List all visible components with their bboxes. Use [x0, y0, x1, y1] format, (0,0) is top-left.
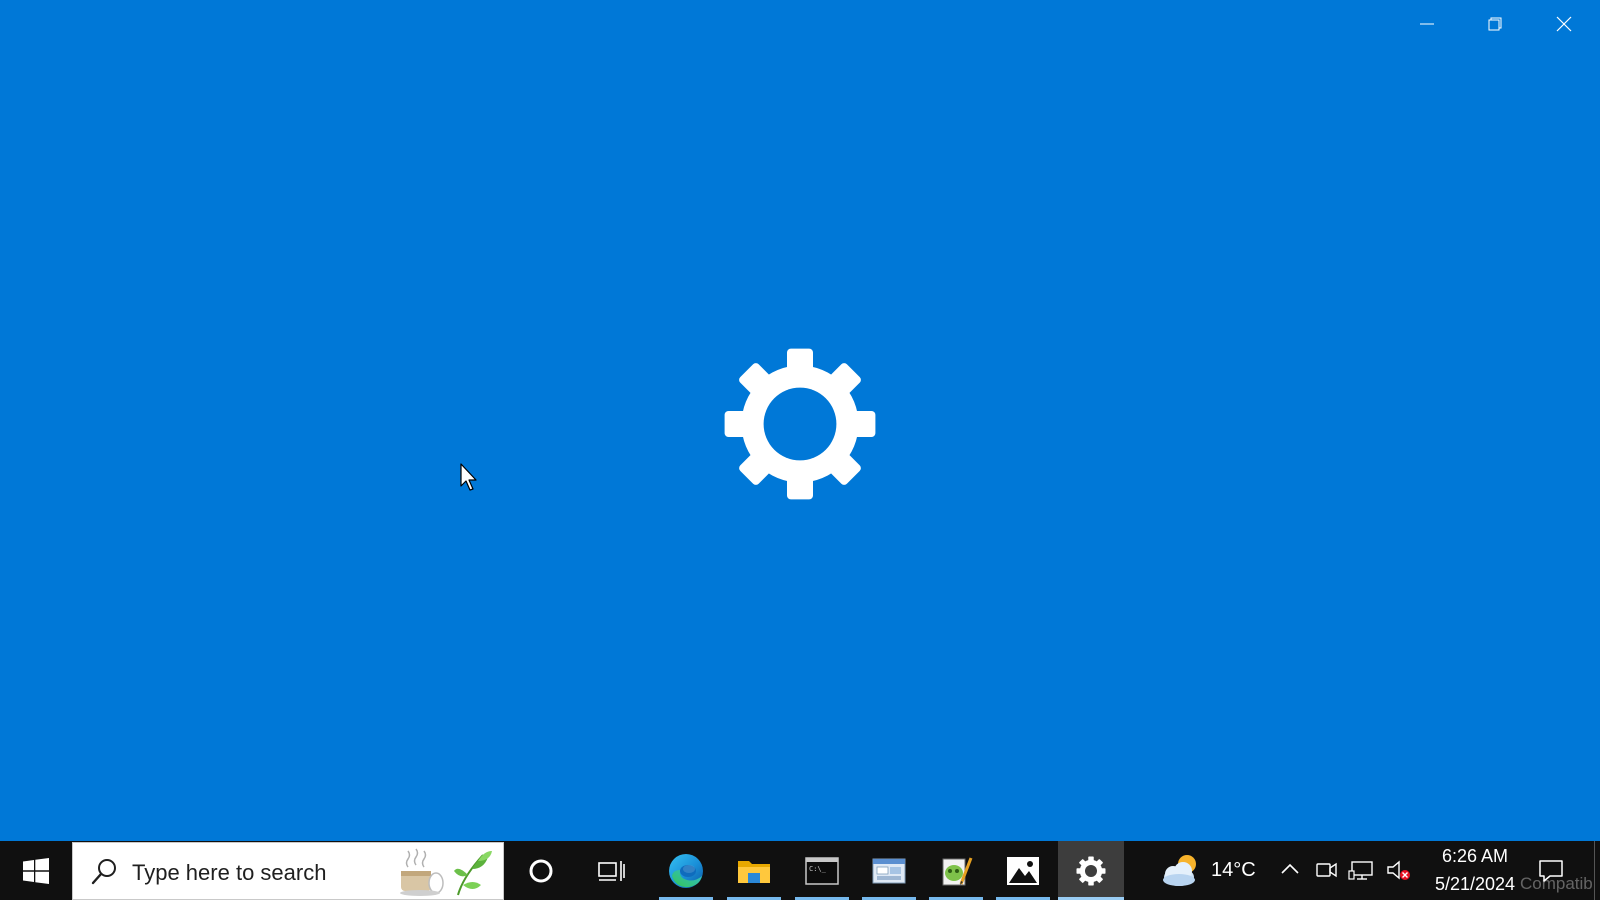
- taskbar-app-settings[interactable]: [1058, 841, 1124, 900]
- mouse-cursor-icon: [460, 463, 477, 491]
- clock-time: 6:26 AM: [1441, 846, 1509, 866]
- clock-date: 5/21/2024: [1434, 874, 1516, 894]
- volume-muted-icon[interactable]: [1384, 856, 1412, 884]
- search-box[interactable]: Type here to search: [72, 842, 504, 900]
- minimize-button[interactable]: [1393, 0, 1461, 48]
- chevron-up-icon[interactable]: [1276, 856, 1304, 884]
- show-desktop-button[interactable]: [1594, 841, 1600, 900]
- edge-icon: [669, 853, 703, 888]
- windows-logo-icon: [23, 857, 49, 884]
- control-panel-icon: [872, 858, 906, 883]
- settings-splash-window: [0, 0, 1600, 841]
- gear-icon: [1076, 856, 1106, 885]
- weather-temperature: 14°C: [1211, 859, 1256, 881]
- photos-icon: [1007, 856, 1039, 885]
- svg-text:C:\_: C:\_: [809, 865, 827, 873]
- taskbar-app-notepad-plus-plus[interactable]: [929, 841, 983, 900]
- meet-now-icon[interactable]: [1312, 856, 1340, 884]
- cortana-button[interactable]: [514, 841, 568, 900]
- cloudy-sun-icon: [1163, 855, 1196, 886]
- search-icon: [91, 859, 116, 885]
- notepad-icon: [942, 856, 973, 885]
- network-icon[interactable]: [1348, 856, 1376, 884]
- close-button[interactable]: [1530, 0, 1598, 48]
- taskbar: Type here to search C:\_ 14°C 6:26 AM 5/…: [0, 841, 1600, 900]
- taskbar-app-file-explorer[interactable]: [727, 841, 781, 900]
- task-view-icon: [598, 860, 625, 881]
- restore-icon: [1488, 17, 1502, 31]
- minimize-icon: [1420, 23, 1434, 25]
- close-icon: [1556, 16, 1572, 32]
- taskbar-app-edge[interactable]: [659, 841, 713, 900]
- cortana-circle-icon: [529, 859, 553, 882]
- folder-icon: [738, 860, 770, 883]
- taskbar-app-photos[interactable]: [996, 841, 1050, 900]
- notification-icon: [1539, 859, 1563, 882]
- terminal-icon: C:\_: [805, 856, 839, 885]
- search-highlight-art-icon: [400, 848, 492, 896]
- taskbar-app-control-panel[interactable]: [862, 841, 916, 900]
- task-view-button[interactable]: [585, 841, 639, 900]
- restore-button[interactable]: [1461, 0, 1529, 48]
- search-placeholder: Type here to search: [132, 860, 327, 885]
- notification-center-button[interactable]: [1524, 841, 1578, 900]
- gear-icon: [724, 348, 876, 500]
- taskbar-app-command-prompt[interactable]: C:\_: [795, 841, 849, 900]
- start-button[interactable]: [0, 841, 72, 900]
